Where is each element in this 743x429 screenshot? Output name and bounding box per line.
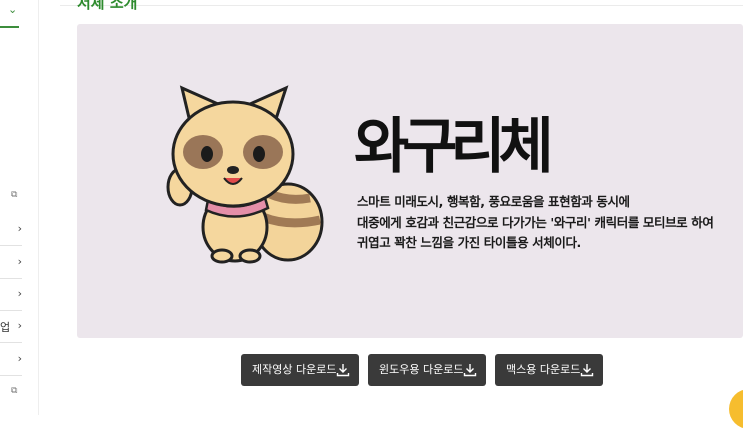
external-link-icon[interactable]: ⧉ xyxy=(11,190,17,200)
sidebar-item-label: 업 xyxy=(0,321,11,334)
sidebar-item[interactable]: › xyxy=(0,278,22,311)
download-icon xyxy=(336,364,350,377)
download-icon xyxy=(580,364,594,377)
chevron-right-icon: › xyxy=(17,319,22,332)
section-title: 서체 소개 xyxy=(77,0,138,12)
sidebar-active-item[interactable]: ⌄ xyxy=(0,0,19,28)
video-download-button[interactable]: 제작영상 다운로드 xyxy=(241,354,359,386)
sidebar-item[interactable]: 업 › xyxy=(0,310,22,343)
chevron-right-icon: › xyxy=(17,255,22,268)
description-line: 스마트 미래도시, 행복함, 풍요로움을 표현함과 동시에 xyxy=(357,194,630,209)
external-link-icon[interactable]: ⧉ xyxy=(11,386,17,396)
divider xyxy=(60,5,743,6)
sidebar-item[interactable]: › xyxy=(0,246,22,279)
chevron-down-icon: ⌄ xyxy=(8,3,18,16)
download-icon xyxy=(463,364,477,377)
font-logo: 와구리체 xyxy=(354,112,554,182)
description-line: 대중에게 호감과 친근감으로 다가가는 '와구리' 캐릭터를 모티브로 하여 xyxy=(357,214,714,230)
windows-download-button[interactable]: 윈도우용 다운로드 xyxy=(368,354,486,386)
raccoon-mascot-illustration xyxy=(166,85,324,264)
mac-download-button[interactable]: 맥스용 다운로드 xyxy=(495,354,603,386)
button-label: 윈도우용 다운로드 xyxy=(379,363,464,376)
font-description: 스마트 미래도시, 행복함, 풍요로움을 표현함과 동시에 대중에게 호감과 친… xyxy=(357,192,714,254)
sidebar: ⌄ ⧉ › › › 업 › › ⧉ xyxy=(0,0,39,415)
description-line: 귀엽고 꽉찬 느낌을 가진 타이틀용 서체이다. xyxy=(357,235,581,250)
chevron-right-icon: › xyxy=(17,222,22,235)
chevron-right-icon: › xyxy=(17,287,22,300)
button-label: 맥스용 다운로드 xyxy=(506,363,581,376)
button-label: 제작영상 다운로드 xyxy=(252,363,337,376)
sidebar-item[interactable]: › xyxy=(0,213,22,246)
download-button-group: 제작영상 다운로드 윈도우용 다운로드 맥스용 다운로드 xyxy=(0,354,743,386)
